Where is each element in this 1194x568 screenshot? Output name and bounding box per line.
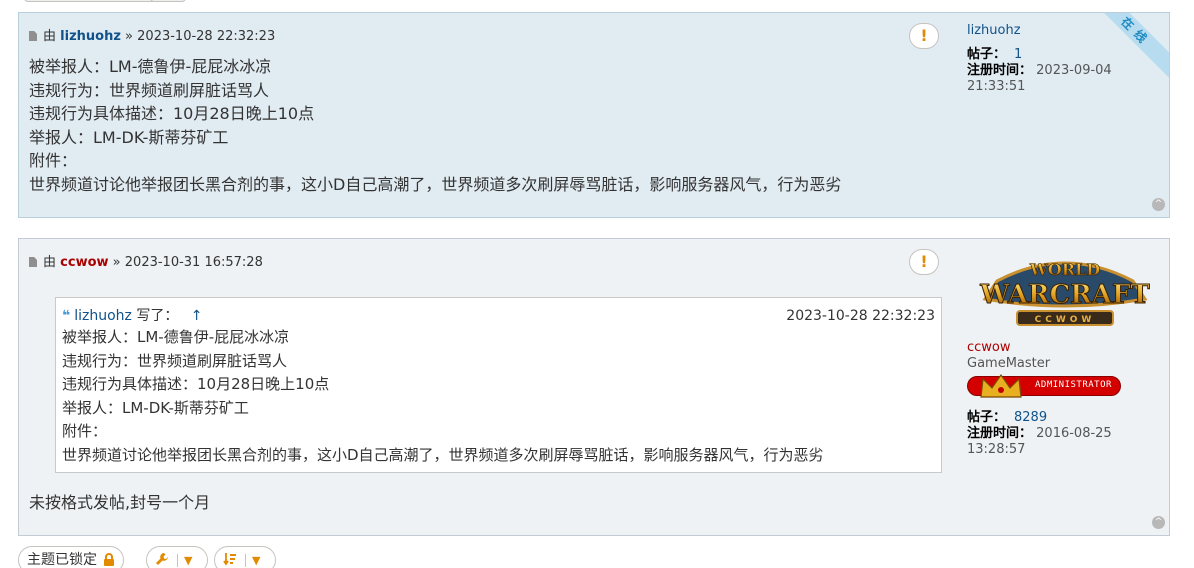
exclamation-icon: ! — [920, 252, 928, 271]
content-line: 世界频道讨论他举报团长黑合剂的事，这小D自己高潮了，世界频道多次刷屏辱骂脏话，影… — [29, 174, 842, 194]
administrator-rank-badge: ADMINISTRATOR — [967, 373, 1121, 399]
rank-badge-label: ADMINISTRATOR — [1035, 380, 1112, 390]
profile-username-link[interactable]: ccwow — [967, 340, 1050, 356]
quote-line: 附件： — [62, 422, 108, 440]
back-to-top-button[interactable]: ^ — [1152, 516, 1165, 529]
back-to-top-button[interactable]: ^ — [1152, 198, 1165, 211]
avatar-warcraft-text: WARCRAFT — [979, 280, 1150, 310]
post-content: 被举报人：LM-德鲁伊-屁屁冰冰凉 违规行为：世界频道刷屏脏话骂人 违规行为具体… — [29, 55, 841, 196]
posts-label: 帖子： — [967, 47, 1007, 62]
content-line: 举报人：LM-DK-斯蒂芬矿工 — [29, 127, 229, 147]
topic-locked-button[interactable]: 主题已锁定 — [18, 546, 124, 568]
poster-profile: ccwow GameMaster — [967, 340, 1050, 372]
profile-username-link[interactable]: lizhuohz — [967, 23, 1112, 39]
joined-time: 21:33:51 — [967, 79, 1026, 94]
quote-line: 举报人：LM-DK-斯蒂芬矿工 — [62, 398, 249, 417]
post-ccwow: 由 ccwow » 2023-10-31 16:57:28 ! ❝ lizhuoh… — [18, 238, 1170, 536]
sort-options-button[interactable]: ▼ — [214, 546, 276, 568]
quote-timestamp: 2023-10-28 22:32:23 — [786, 308, 935, 324]
joined-label: 注册时间： — [967, 63, 1033, 78]
quote-wrote-label: 写了： — [136, 308, 179, 324]
quote-header: ❝ lizhuohz 写了： ↑ 2023-10-28 22:32:23 — [62, 306, 935, 326]
joined-time: 13:28:57 — [967, 442, 1026, 457]
author-username-link[interactable]: lizhuohz — [60, 29, 121, 44]
chevron-up-icon: ^ — [1154, 517, 1163, 527]
content-line: 违规行为具体描述：10月28日晚上10点 — [29, 104, 315, 123]
quote-block: ❝ lizhuohz 写了： ↑ 2023-10-28 22:32:23 被举报人… — [55, 297, 942, 473]
posts-label: 帖子： — [967, 410, 1007, 425]
quote-line: 违规行为：世界频道刷屏脏话骂人 — [62, 351, 288, 370]
moderator-tools-button[interactable]: ▼ — [146, 546, 208, 568]
sort-icon — [223, 553, 236, 566]
profile-joined-row: 注册时间： 2023-09-04 — [967, 63, 1112, 79]
author-separator: » — [125, 29, 134, 44]
posts-count-link[interactable]: 1 — [1014, 47, 1022, 62]
post-author-line: 由 ccwow » 2023-10-31 16:57:28 — [29, 251, 263, 270]
quote-icon: ❝ — [62, 308, 71, 324]
joined-date: 2016-08-25 — [1036, 426, 1112, 441]
reply-content: 未按格式发帖,封号一个月 — [29, 491, 210, 515]
quote-line: 世界频道讨论他举报团长黑合剂的事，这小D自己高潮了，世界频道多次刷屏辱骂脏话，影… — [62, 445, 824, 464]
joined-label: 注册时间： — [967, 426, 1033, 441]
topic-locked-label: 主题已锁定 — [27, 552, 97, 568]
report-post-button[interactable]: ! — [909, 249, 939, 275]
quote-author-link[interactable]: lizhuohz — [74, 308, 132, 324]
joined-date: 2023-09-04 — [1036, 63, 1112, 78]
author-username-link[interactable]: ccwow — [60, 255, 108, 270]
post-document-icon — [29, 257, 37, 267]
reply-text: 未按格式发帖,封号一个月 — [29, 493, 211, 512]
post-author-line: 由 lizhuohz » 2023-10-28 22:32:23 — [29, 25, 275, 44]
content-line: 违规行为：世界频道刷屏脏话骂人 — [29, 80, 270, 100]
report-post-button[interactable]: ! — [909, 23, 939, 49]
poster-profile: lizhuohz 帖子： 1 注册时间： 2023-09-04 21:33:51 — [967, 23, 1112, 95]
post-timestamp: 2023-10-28 22:32:23 — [137, 29, 276, 44]
quote-line: 被举报人：LM-德鲁伊-屁屁冰冰凉 — [62, 328, 290, 346]
chevron-down-icon[interactable]: ▼ — [177, 554, 193, 567]
wrench-icon — [156, 553, 168, 565]
content-line: 附件： — [29, 151, 78, 170]
posts-count-link[interactable]: 8289 — [1014, 410, 1047, 425]
author-prefix: 由 — [43, 255, 57, 270]
profile-rank-title: GameMaster — [967, 356, 1051, 371]
exclamation-icon: ! — [920, 26, 928, 45]
top-button-stub — [150, 0, 186, 2]
post-lizhuohz: 由 lizhuohz » 2023-10-28 22:32:23 ! 被举报人：… — [18, 12, 1170, 218]
content-line: 被举报人：LM-德鲁伊-屁屁冰冰凉 — [29, 57, 272, 76]
chevron-down-icon[interactable]: ▼ — [245, 554, 261, 567]
profile-posts-row: 帖子： 8289 — [967, 410, 1112, 426]
profile-posts-row: 帖子： 1 — [967, 47, 1112, 63]
poster-stats: 帖子： 8289 注册时间： 2016-08-25 13:28:57 — [967, 410, 1112, 458]
profile-joined-row: 注册时间： 2016-08-25 — [967, 426, 1112, 442]
post-document-icon — [29, 31, 37, 41]
avatar-sub-text: CCWOW — [1035, 315, 1096, 325]
world-of-warcraft-avatar: WORLD WARCRAFT CCWOW — [979, 260, 1151, 326]
author-separator: » — [112, 255, 121, 270]
avatar-world-text: WORLD — [1029, 260, 1100, 279]
top-button-stub — [24, 0, 160, 2]
arrow-up-icon[interactable]: ↑ — [191, 308, 203, 324]
chevron-up-icon: ^ — [1154, 199, 1163, 209]
post-timestamp: 2023-10-31 16:57:28 — [124, 255, 263, 270]
crown-icon — [980, 373, 1022, 398]
quote-line: 违规行为具体描述：10月28日晚上10点 — [62, 375, 330, 393]
author-prefix: 由 — [43, 29, 57, 44]
lock-icon — [104, 553, 114, 566]
